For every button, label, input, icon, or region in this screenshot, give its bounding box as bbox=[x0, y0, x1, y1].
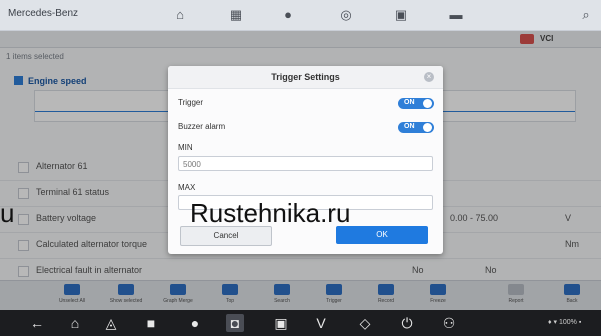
back-icon[interactable]: ← bbox=[28, 314, 46, 332]
browser-icon[interactable]: ● bbox=[186, 314, 204, 332]
print-icon[interactable]: ▣ bbox=[393, 7, 409, 23]
power-icon[interactable]: ⏻ bbox=[398, 314, 416, 332]
close-icon[interactable]: × bbox=[424, 72, 434, 82]
min-input[interactable]: 5000 bbox=[178, 156, 433, 171]
trigger-row: Trigger ON bbox=[178, 98, 434, 109]
buzzer-label: Buzzer alarm bbox=[178, 122, 226, 131]
car-icon[interactable]: ◇ bbox=[356, 314, 374, 332]
system-nav-bar: ← ⌂ ◬ ■ ● ◘ ▣ V ◇ ⏻ ⚇ ♦ ▾ 100% ▪ bbox=[0, 310, 601, 336]
message-icon[interactable]: ▬ bbox=[448, 7, 464, 23]
settings-icon[interactable]: ● bbox=[280, 7, 296, 23]
app-home-icon[interactable]: ◬ bbox=[102, 314, 120, 332]
watermark-fragment: u bbox=[0, 198, 15, 228]
remote-icon[interactable]: ▣ bbox=[272, 314, 290, 332]
trigger-toggle[interactable]: ON bbox=[398, 98, 434, 109]
status-indicators: ♦ ▾ 100% ▪ bbox=[548, 319, 582, 326]
home-icon[interactable]: ⌂ bbox=[172, 7, 188, 23]
toggle-knob bbox=[423, 123, 432, 132]
vci-icon[interactable]: V bbox=[312, 314, 330, 332]
dialog-title: Trigger Settings bbox=[168, 66, 443, 89]
users-icon[interactable]: ⚇ bbox=[440, 314, 458, 332]
toggle-label: ON bbox=[404, 99, 415, 106]
watermark-site: Rustehnika.ru bbox=[190, 198, 351, 228]
globe-icon[interactable]: ◎ bbox=[338, 7, 354, 23]
buzzer-toggle[interactable]: ON bbox=[398, 122, 434, 133]
search-icon[interactable]: ⌕ bbox=[578, 7, 594, 23]
vehicle-icon[interactable]: ▦ bbox=[228, 7, 244, 23]
toggle-label: ON bbox=[404, 123, 415, 130]
brand-label: Mercedes-Benz bbox=[8, 8, 79, 19]
buzzer-row: Buzzer alarm ON bbox=[178, 122, 434, 133]
trigger-label: Trigger bbox=[178, 98, 204, 107]
toggle-knob bbox=[423, 99, 432, 108]
camera-icon[interactable]: ◘ bbox=[226, 314, 244, 332]
watermark: u Rustehnika.ru bbox=[0, 192, 601, 232]
recent-apps-icon[interactable]: ■ bbox=[142, 314, 160, 332]
min-label: MIN bbox=[178, 143, 193, 152]
home-icon[interactable]: ⌂ bbox=[66, 314, 84, 332]
top-bar: Mercedes-Benz ⌂ ▦ ● ◎ ▣ ▬ ⌕ bbox=[0, 0, 601, 31]
max-label: MAX bbox=[178, 183, 196, 192]
